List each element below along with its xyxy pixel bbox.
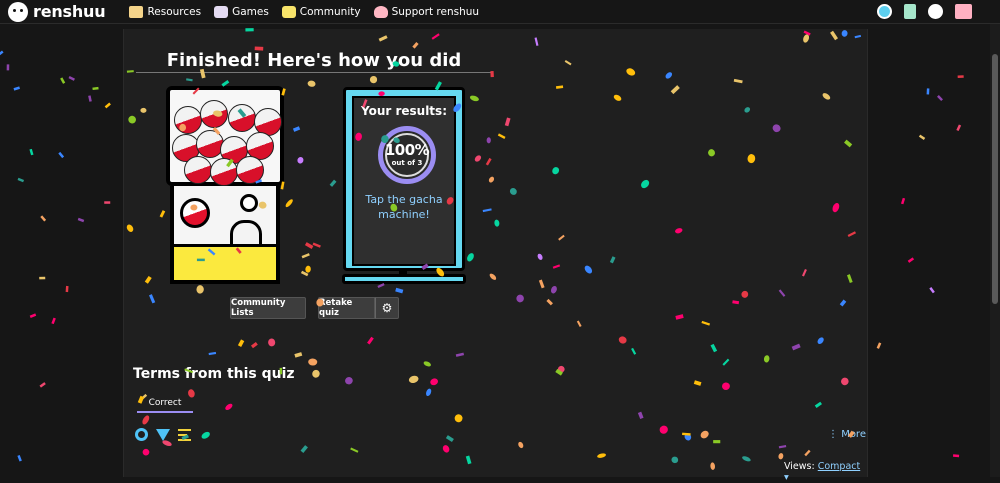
score-out-of: out of 3 <box>391 159 423 167</box>
confetti-piece <box>6 64 10 71</box>
quiz-settings-button[interactable]: ⚙ <box>375 297 399 319</box>
confetti-piece <box>953 454 960 458</box>
confetti-piece <box>104 102 111 109</box>
views-dropdown[interactable]: Compact <box>818 461 861 472</box>
tab-correct[interactable]: Correct <box>137 398 193 413</box>
results-label: Your results: <box>360 104 447 118</box>
nav-item-label: Games <box>232 5 269 18</box>
confetti-piece <box>929 286 935 294</box>
capsule-ball <box>184 156 212 184</box>
confetti-piece <box>900 197 906 205</box>
nav-item-resources[interactable]: Resources <box>129 5 202 18</box>
score-percent: 100% <box>384 141 430 159</box>
vertical-dots-icon: ⋮ <box>828 429 842 440</box>
nav-item-label: Community <box>299 5 361 18</box>
confetti-piece <box>957 75 964 79</box>
confetti-piece <box>58 151 65 159</box>
monitor-stand <box>342 274 466 284</box>
capsule-coin-icon <box>180 198 210 228</box>
gear-icon: ⚙ <box>381 301 393 315</box>
confetti-piece <box>17 455 22 462</box>
confetti-piece <box>40 215 47 222</box>
confetti-piece <box>77 217 85 223</box>
capsule-ball <box>200 100 228 128</box>
confetti-piece <box>918 134 926 140</box>
capsule-ball <box>236 156 264 184</box>
confetti-piece <box>88 95 92 102</box>
chat-icon <box>281 5 296 18</box>
confetti-piece <box>0 50 4 57</box>
confetti-piece <box>29 313 37 318</box>
confetti-piece <box>104 201 111 204</box>
confetti-piece <box>926 88 930 95</box>
confetti-piece <box>51 317 56 325</box>
confetti-piece <box>39 382 46 388</box>
main-nav: Resources Games Community Support renshu… <box>129 5 492 18</box>
confetti-piece <box>60 77 66 84</box>
gacha-dome <box>166 86 284 186</box>
views-label: Views: <box>784 461 815 472</box>
more-button[interactable]: ⋮ More <box>828 429 866 440</box>
confetti-piece <box>907 257 915 263</box>
terms-heading: Terms from this quiz <box>133 366 295 382</box>
filter-icon[interactable] <box>156 428 170 441</box>
confetti-piece <box>956 124 962 131</box>
heart-icon <box>373 5 388 18</box>
terms-toolbar <box>135 428 191 441</box>
capsule-ball <box>174 106 202 134</box>
logo-text: renshuu <box>33 2 106 21</box>
results-screen: Your results: 100% out of 3 Tap the gach… <box>352 96 456 266</box>
page-title: Finished! Here's how you did <box>166 50 462 71</box>
confetti-piece <box>937 95 943 102</box>
gacha-base <box>174 244 276 280</box>
confetti-piece <box>29 148 34 156</box>
dice-icon <box>214 5 229 18</box>
title-divider <box>136 72 492 73</box>
book-icon <box>129 5 144 18</box>
logo-mascot-icon <box>8 1 28 22</box>
confetti-piece <box>68 75 75 81</box>
confetti-piece <box>92 86 99 91</box>
retake-quiz-button[interactable]: Retake quiz <box>318 297 375 319</box>
confetti-piece <box>39 276 46 280</box>
nav-item-games[interactable]: Games <box>214 5 269 18</box>
speech-bubble-icon[interactable] <box>928 4 943 19</box>
scrollbar-thumb[interactable] <box>992 54 998 304</box>
nav-item-label: Support renshuu <box>391 5 480 18</box>
gacha-knob[interactable] <box>240 194 258 212</box>
gacha-body <box>170 186 280 284</box>
flashcards-icon[interactable] <box>904 4 916 19</box>
renshuu-logo[interactable]: renshuu <box>8 1 106 22</box>
sort-icon[interactable] <box>178 428 191 441</box>
page-scrollbar[interactable] <box>990 24 1000 477</box>
views-selector: Views: Compact ▾ <box>784 461 867 483</box>
top-navigation-bar: renshuu Resources Games Community Suppor… <box>0 0 1000 24</box>
more-label: More <box>841 429 866 440</box>
help-icon[interactable] <box>877 4 892 19</box>
confetti-piece <box>17 177 25 183</box>
confetti-piece <box>876 342 882 349</box>
quiz-results-panel: Finished! Here's how you did Your result… <box>123 29 868 483</box>
score-ring-inner: 100% out of 3 <box>384 133 430 177</box>
results-monitor: Your results: 100% out of 3 Tap the gach… <box>343 87 465 271</box>
confetti-piece <box>13 86 20 91</box>
gacha-machine[interactable] <box>166 86 286 284</box>
capsule-ball <box>210 158 238 186</box>
search-icon[interactable] <box>135 428 148 441</box>
mail-icon[interactable] <box>955 4 972 19</box>
confetti-piece <box>65 285 69 293</box>
chevron-down-icon: ▾ <box>784 472 789 483</box>
capsule-ball <box>228 104 256 132</box>
nav-item-label: Resources <box>147 5 202 18</box>
nav-item-community[interactable]: Community <box>281 5 361 18</box>
tap-gacha-message: Tap the gacha machine! <box>365 193 443 221</box>
score-ring: 100% out of 3 <box>378 126 436 184</box>
header-icons <box>877 4 972 19</box>
nav-item-support[interactable]: Support renshuu <box>373 5 480 18</box>
community-lists-button[interactable]: Community Lists <box>230 297 306 319</box>
